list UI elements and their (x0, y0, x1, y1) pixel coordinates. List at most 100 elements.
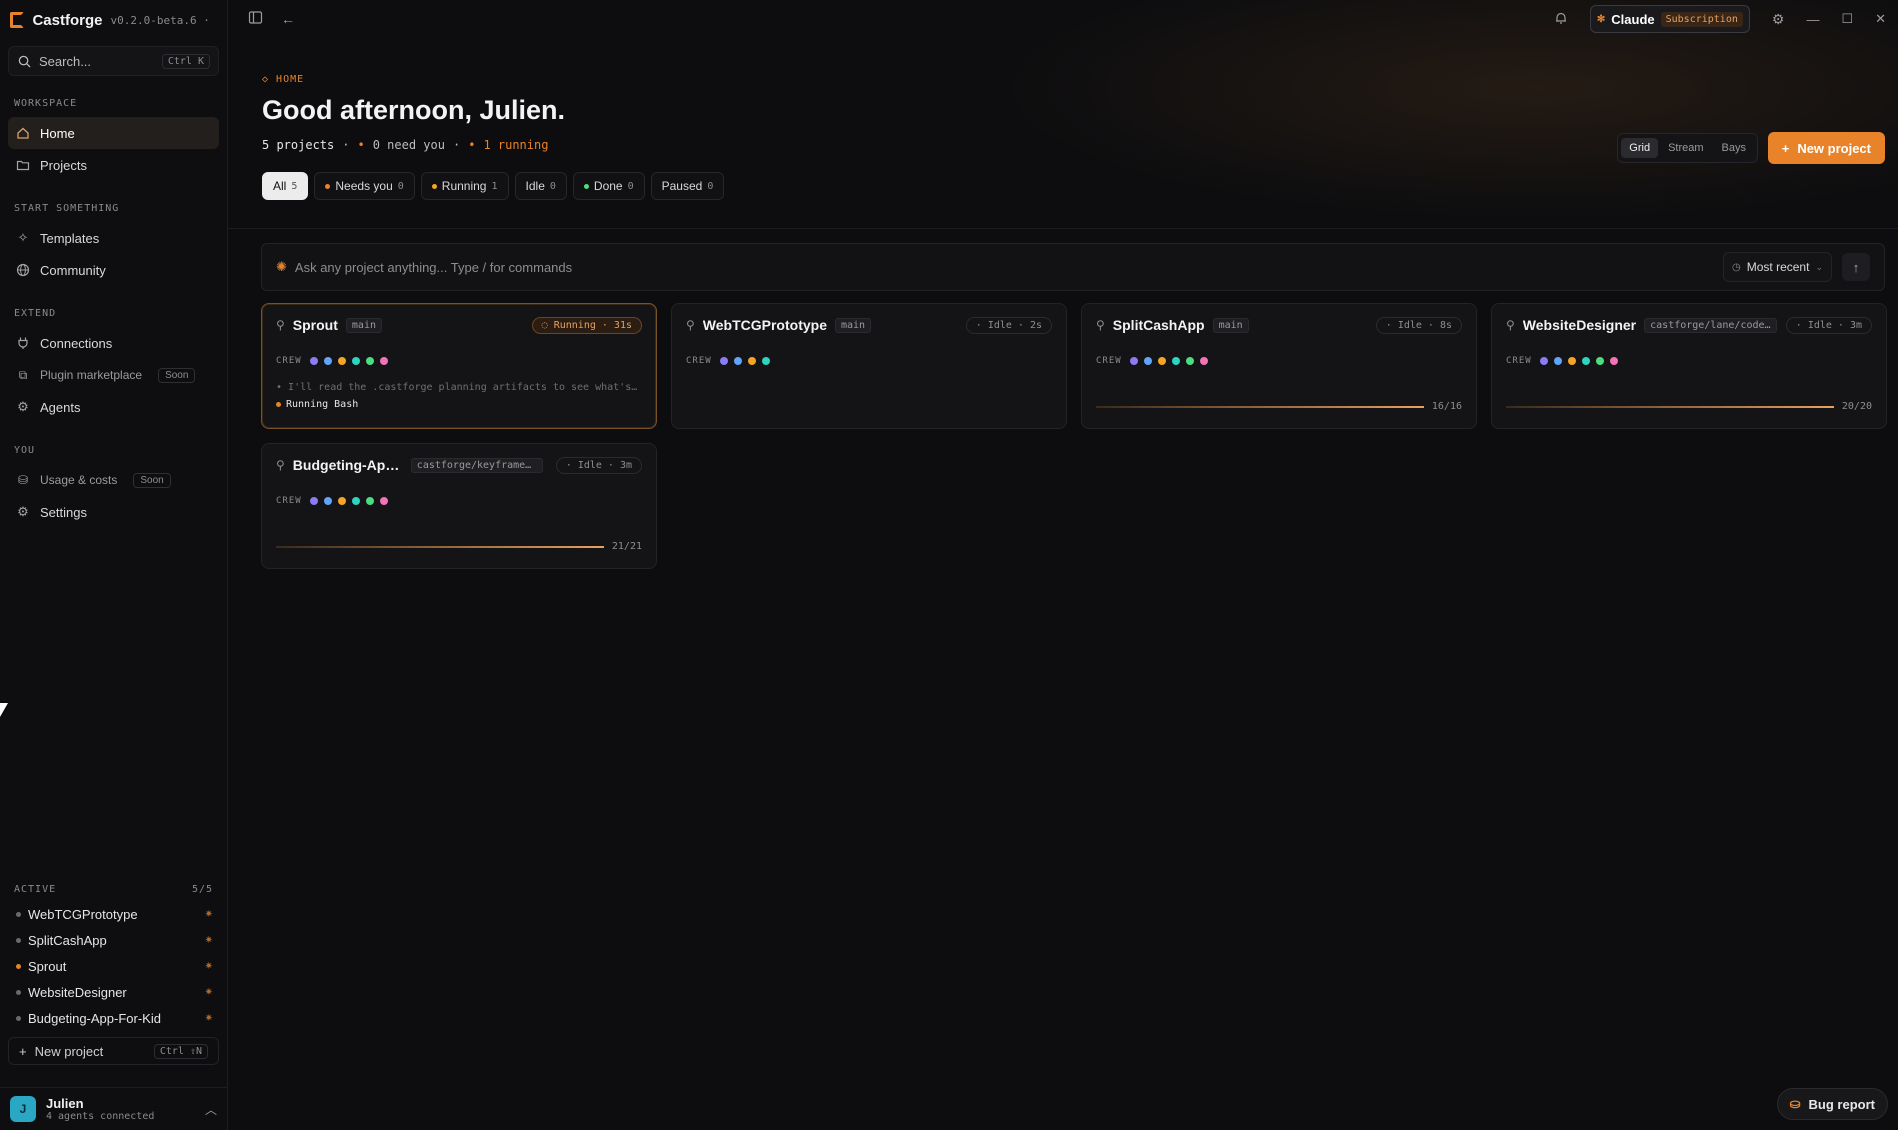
sidebar-item-connections[interactable]: Connections (8, 327, 219, 359)
project-card-webtcgprototype[interactable]: ⚲ WebTCGPrototype main · Idle · 2s CREW (671, 303, 1067, 429)
pin-icon[interactable]: ⚲ (1506, 318, 1515, 332)
model-selector[interactable]: ✻ Claude Subscription (1589, 5, 1750, 33)
filter-all[interactable]: All 5 (262, 172, 309, 200)
sidebar-item-label: Plugin marketplace (40, 368, 143, 382)
minimize-icon[interactable]: — (1806, 12, 1819, 27)
chevron-down-icon: ⌄ (1815, 261, 1823, 272)
project-name: WebTCGPrototype (702, 317, 827, 333)
separator: · (342, 138, 350, 152)
project-card-websitedesigner[interactable]: ⚲ WebsiteDesigner castforge/lane/code… ·… (1491, 303, 1887, 429)
new-project-label: New project (34, 1043, 104, 1059)
settings-gear-icon[interactable]: ⚙ (1772, 11, 1785, 28)
pin-icon[interactable]: ⚲ (1096, 318, 1105, 332)
sidebar-item-templates[interactable]: ✧ Templates (8, 222, 219, 254)
plus-icon: + (19, 1043, 27, 1059)
status-badge: · Idle · 8s (1375, 316, 1462, 334)
active-item-label: SplitCashApp (28, 932, 107, 948)
filter-idle[interactable]: Idle 0 (514, 172, 567, 200)
filter-running[interactable]: Running 1 (420, 172, 509, 200)
active-item-websitedesigner[interactable]: WebsiteDesigner ✷ (0, 979, 227, 1005)
sidebar-item-plugin-marketplace[interactable]: ⧉ Plugin marketplace Soon (8, 359, 219, 391)
filter-count: 0 (627, 180, 634, 192)
crew-avatar (1199, 357, 1208, 365)
sidebar-item-projects[interactable]: Projects (8, 149, 219, 181)
toggle-sidebar-icon[interactable] (248, 10, 263, 28)
project-card-sprout[interactable]: ⚲ Sprout main ◌ Running · 31s CREW • I'l… (261, 303, 657, 429)
activity-icon: ✷ (204, 1012, 213, 1024)
progress-fill (1096, 405, 1424, 408)
active-item-label: WebTCGPrototype (28, 906, 138, 922)
activity-icon: ✷ (204, 934, 213, 946)
crew-avatar (337, 497, 346, 505)
sidebar-item-usage[interactable]: ⛁ Usage & costs Soon (8, 464, 219, 496)
filter-paused[interactable]: Paused 0 (650, 172, 725, 200)
search-input[interactable]: Search... Ctrl K (8, 46, 219, 76)
send-button[interactable]: ↑ (1842, 253, 1870, 281)
sidebar: Castforge v0.2.0-beta.6 · 26b Search... … (0, 0, 228, 1130)
status-dot (16, 963, 21, 969)
active-item-sprout[interactable]: Sprout ✷ (0, 953, 227, 979)
pin-icon[interactable]: ⚲ (276, 458, 285, 472)
section-extend: EXTEND (14, 308, 57, 319)
claude-icon: ✻ (1596, 13, 1606, 25)
user-menu[interactable]: J Julien 4 agents connected ︿ (0, 1087, 227, 1130)
crew-label: CREW (276, 496, 302, 506)
crew-avatar (1157, 357, 1166, 365)
ask-controls: ◷ Most recent ⌄ ↑ (1723, 252, 1870, 282)
sidebar-item-community[interactable]: Community (8, 254, 219, 286)
crew-avatar (323, 497, 332, 505)
soon-badge: Soon (133, 472, 171, 488)
filter-done[interactable]: Done 0 (572, 172, 645, 200)
sparkle-icon: ✧ (17, 230, 29, 245)
sidebar-item-agents[interactable]: ⚙ Agents (8, 391, 219, 423)
clock-icon: ◷ (1732, 261, 1741, 273)
crew-avatar (1553, 357, 1562, 365)
bug-report-button[interactable]: ⛀ Bug report (1776, 1088, 1888, 1120)
status-dot (16, 911, 21, 917)
filter-count: 0 (397, 180, 404, 192)
crew-label: CREW (686, 356, 712, 366)
crew-avatar (733, 357, 742, 365)
crew-avatar (351, 357, 360, 365)
pin-icon[interactable]: ⚲ (686, 318, 695, 332)
castforge-logo-icon (10, 12, 25, 28)
project-card-splitcashapp[interactable]: ⚲ SplitCashApp main · Idle · 8s CREW 16/… (1081, 303, 1477, 429)
brand: Castforge v0.2.0-beta.6 · 26b (0, 0, 227, 40)
active-item-budgeting-app[interactable]: Budgeting-App-For-Kid ✷ (0, 1005, 227, 1031)
close-icon[interactable]: ✕ (1875, 11, 1886, 27)
filter-label: Idle (525, 179, 545, 193)
pin-icon[interactable]: ⚲ (276, 318, 285, 332)
user-name: Julien (46, 1096, 84, 1111)
crew-row: CREW (1506, 356, 1872, 366)
filter-label: Done (593, 179, 623, 193)
arrow-up-icon: ↑ (1852, 259, 1860, 275)
bell-icon[interactable] (1554, 11, 1568, 28)
filter-label: Running (441, 179, 487, 193)
crew-label: CREW (1096, 356, 1122, 366)
status-badge: · Idle · 3m (1785, 316, 1872, 334)
app-window: Castforge v0.2.0-beta.6 · 26b Search... … (0, 0, 1898, 1130)
active-header: ACTIVE 5/5 (0, 884, 227, 895)
card-header: ⚲ WebTCGPrototype main · Idle · 2s (686, 316, 1052, 334)
project-card-budgeting-app[interactable]: ⚲ Budgeting-App… castforge/keyframe-… · … (261, 443, 657, 569)
filter-count: 5 (291, 180, 298, 192)
ask-placeholder: Ask any project anything... Type / for c… (294, 259, 573, 275)
active-count: 5/5 (191, 884, 213, 895)
sidebar-new-project-button[interactable]: + New project Ctrl ⇧N (8, 1037, 219, 1065)
soon-badge: Soon (158, 367, 196, 383)
sort-dropdown[interactable]: ◷ Most recent ⌄ (1723, 252, 1832, 282)
progress-fill (1506, 405, 1834, 408)
breadcrumb: ◇ HOME (262, 74, 305, 85)
sidebar-item-home[interactable]: Home (8, 117, 219, 149)
ask-input[interactable]: ✺ Ask any project anything... Type / for… (261, 243, 1885, 291)
sidebar-item-settings[interactable]: ⚙ Settings (8, 496, 219, 528)
back-arrow-icon[interactable]: ← (281, 11, 295, 27)
active-item-webtcgprototype[interactable]: WebTCGPrototype ✷ (0, 901, 227, 927)
filter-needs-you[interactable]: Needs you 0 (314, 172, 415, 200)
maximize-icon[interactable]: ☐ (1841, 11, 1853, 27)
task-progress: 21/21 (276, 541, 642, 552)
branch-badge: main (835, 317, 872, 333)
crew-avatar (365, 357, 374, 365)
active-item-splitcashapp[interactable]: SplitCashApp ✷ (0, 927, 227, 953)
main-content: ← ✻ Claude Subscription ⚙ — ☐ ✕ ◇ HOME G… (228, 0, 1898, 1130)
